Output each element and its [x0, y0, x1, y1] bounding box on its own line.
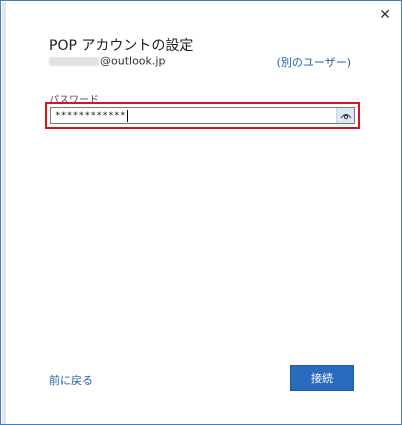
dialog-title: POP アカウントの設定 [49, 38, 194, 54]
password-value: ************ [55, 110, 127, 121]
other-user-link[interactable]: (別のユーザー) [277, 54, 351, 70]
password-highlight-frame: ************ [45, 102, 360, 129]
account-email-row: @outlook.jp (別のユーザー) [49, 54, 351, 70]
window-edge [2, 2, 6, 424]
connect-button-label: 接続 [311, 372, 333, 385]
text-caret [127, 109, 129, 122]
reveal-password-button[interactable] [336, 108, 354, 123]
redacted-email-user [49, 56, 99, 66]
connect-button[interactable]: 接続 [290, 365, 354, 391]
back-link[interactable]: 前に戻る [49, 372, 93, 388]
pop-account-dialog: ✕ POP アカウントの設定 @outlook.jp (別のユーザー) パスワー… [0, 0, 402, 425]
account-email-domain: @outlook.jp [100, 54, 166, 68]
eye-icon [340, 113, 351, 119]
close-icon: ✕ [379, 7, 391, 23]
password-field[interactable]: ************ [50, 107, 355, 124]
close-button[interactable]: ✕ [373, 4, 397, 26]
